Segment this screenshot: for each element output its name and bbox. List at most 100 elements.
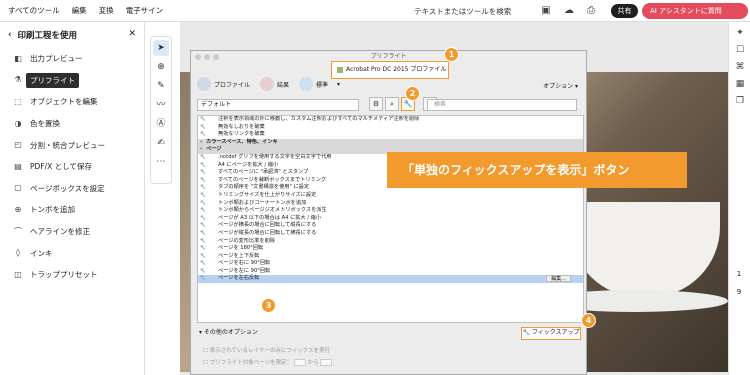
bookmark-icon[interactable]: ⌘ [734, 61, 746, 73]
panel-header: ‹ 印刷工程を使用 ✕ [0, 22, 144, 48]
panel-item-flatten-preview[interactable]: ◰ 分割・統合プレビュー [0, 134, 144, 156]
window-zoom-icon[interactable] [213, 54, 219, 60]
tool-search[interactable]: テキストまたはツールを検索 [414, 6, 511, 17]
page-number-current: 1 [736, 270, 742, 278]
fixup-button[interactable]: 🔧 フィックスアップ [521, 327, 581, 340]
fixup-list-item[interactable]: ページを右に 90°回転 [198, 260, 583, 268]
share-button[interactable]: 共有 [611, 4, 638, 18]
menu-esign[interactable]: 電子サイン [126, 5, 164, 16]
save-icon[interactable]: ▣ [540, 5, 552, 17]
panel-item-ink[interactable]: ◊ インキ [0, 242, 144, 264]
edit-object-icon: ⬚ [14, 96, 22, 106]
inspect-button-icon[interactable]: ⌕ [385, 97, 399, 111]
profiles-icon [197, 77, 211, 91]
fixup-list-item[interactable]: 無効なリンクを破棄 [198, 131, 583, 139]
panel-item-trap-preset[interactable]: ◫ トラッププリセット [0, 264, 144, 286]
standards-icon [299, 77, 314, 91]
preflight-dialog: プリフライト Acrobat Pro DC 2015 プロファイル ▾ プロファ… [190, 50, 587, 375]
profile-icon [337, 66, 343, 73]
pdfx-icon: ▤ [14, 161, 22, 171]
panel-item-preflight[interactable]: ⚗ プリフライト [0, 70, 144, 92]
page-from-field[interactable] [293, 359, 306, 366]
window-minimize-icon[interactable] [204, 54, 210, 60]
profile-selector[interactable]: Acrobat Pro DC 2015 プロファイル ▾ [331, 61, 449, 88]
panel-item-output-preview[interactable]: ◧ 出力プレビュー [0, 48, 144, 70]
tab-results[interactable]: 結果 [260, 77, 289, 91]
ai-assistant-button[interactable]: AI アシスタントに質問 [642, 3, 748, 19]
page-box-icon: ▢ [14, 183, 22, 193]
stamp-icon[interactable]: ✍ [153, 135, 169, 151]
tab-profiles[interactable]: プロファイル [197, 77, 250, 91]
comment-icon[interactable]: ☐ [734, 44, 746, 56]
results-icon [260, 77, 275, 91]
zoom-icon[interactable]: ⊕ [153, 59, 169, 75]
select-cursor-icon[interactable]: ➤ [153, 40, 169, 56]
fixup-list-item[interactable]: ページを左右反転編集... [198, 275, 583, 284]
fixup-list-item[interactable]: ページが横長の場合に回転して縦長にする [198, 222, 583, 230]
filter-row: デフォルト ⚙ ⌕ 🔧 ▥ 検索 [197, 97, 584, 113]
text-select-icon[interactable]: Ⓐ [153, 116, 169, 132]
visible-layers-option[interactable]: ☐ 表示されているレイヤーのみにフィックスを実行 [203, 346, 330, 354]
output-preview-icon: ◧ [14, 53, 22, 63]
panel-item-hairline[interactable]: ⌒ ヘアラインを修正 [0, 221, 144, 243]
more-tools-icon[interactable]: ⋯ [153, 154, 169, 170]
ink-icon: ◊ [16, 248, 20, 258]
window-controls [195, 54, 219, 60]
back-icon[interactable]: ‹ [8, 30, 12, 40]
page-to-field[interactable] [320, 359, 333, 366]
close-icon[interactable]: ✕ [128, 29, 136, 39]
tab-standards[interactable]: 標準 [299, 77, 328, 91]
options-menu[interactable]: オプション ▾ [543, 81, 578, 90]
flatten-preview-icon: ◰ [14, 140, 22, 150]
page-range-option[interactable]: ☐ プリフライト対象ページを限定： から [203, 358, 333, 366]
pages-icon[interactable]: ❐ [734, 95, 746, 107]
window-close-icon[interactable] [195, 54, 201, 60]
fixup-list-item[interactable]: ページの変形比率を削除 [198, 238, 583, 246]
search-input[interactable]: 検索 [427, 99, 577, 111]
top-bar: すべてのツール 編集 変換 電子サイン テキストまたはツールを検索 ▣ ☁ ⎙ … [0, 0, 750, 22]
upload-cloud-icon[interactable]: ☁ [563, 5, 575, 17]
callout-banner: 「単独のフィックスアップを表示」ボタン [387, 152, 687, 188]
draw-icon[interactable]: 〰 [153, 97, 169, 113]
dialog-tabs: プロファイル 結果 標準 [197, 77, 328, 91]
panel-title: 印刷工程を使用 [17, 31, 78, 41]
thumbnails-icon[interactable]: ▦ [734, 78, 746, 90]
printer-marks-icon: ⊕ [14, 204, 22, 214]
panel-item-page-box[interactable]: ▢ ページボックスを設定 [0, 178, 144, 200]
step-badge-3: 3 [261, 298, 276, 313]
print-icon[interactable]: ⎙ [585, 5, 597, 17]
dialog-title: プリフライト [370, 53, 407, 60]
step-badge-1: 1 [444, 47, 459, 62]
trap-preset-icon: ◫ [14, 269, 22, 279]
quick-tools: ➤ ⊕ ✎ 〰 Ⓐ ✍ ⋯ [150, 36, 172, 184]
fixup-list: 注釈を表示領域の外に移動し、カスタム注釈およびすべてのマルチメディア注釈を削除無… [197, 115, 584, 323]
print-production-panel: ‹ 印刷工程を使用 ✕ ◧ 出力プレビュー ⚗ プリフライト ⬚ オブジェクトを編集 … [0, 22, 145, 375]
panel-item-edit-object[interactable]: ⬚ オブジェクトを編集 [0, 91, 144, 113]
menu-all-tools[interactable]: すべてのツール [8, 5, 60, 16]
list-section-header[interactable]: カラースペース、特色、インキ [198, 138, 583, 147]
fixup-list-item[interactable]: トンボ類およびコーナートンボを追加 [198, 200, 583, 208]
ai-sparkle-icon[interactable]: ✦ [734, 27, 746, 39]
panel-item-replace-color[interactable]: ◑ 色を置換 [0, 113, 144, 135]
step-badge-4: 4 [581, 313, 596, 328]
library-dropdown[interactable]: デフォルト [197, 99, 359, 111]
edit-button[interactable]: 編集... [546, 275, 571, 283]
fixup-list-item[interactable]: ページが縦長の場合に回転して横長にする [198, 230, 583, 238]
fixup-list-item[interactable]: 注釈を表示領域の外に移動し、カスタム注釈およびすべてのマルチメディア注釈を削除 [198, 116, 583, 124]
menu-edit[interactable]: 編集 [72, 5, 87, 16]
right-toolbar: ✦ ☐ ⌘ ▦ ❐ [728, 22, 750, 375]
top-menu: すべてのツール 編集 変換 電子サイン [0, 5, 163, 16]
panel-item-printer-marks[interactable]: ⊕ トンボを追加 [0, 199, 144, 221]
fixup-list-item[interactable]: トンボ類からページジオメトリボックスを派生 [198, 207, 583, 215]
more-options-toggle[interactable]: ▾ その他のオプション [199, 327, 258, 336]
page-number-total: 9 [736, 288, 742, 296]
hairline-icon: ⌒ [14, 226, 22, 236]
preflight-icon: ⚗ [14, 75, 22, 85]
step-badge-2: 2 [405, 86, 420, 101]
fixup-list-item[interactable]: トリミングサイズを仕上がりサイズに設定 [198, 192, 583, 200]
pen-icon[interactable]: ✎ [153, 78, 169, 94]
menu-convert[interactable]: 変換 [99, 5, 114, 16]
fixup-list-item[interactable]: ページを 180°回転 [198, 245, 583, 253]
options-button-icon[interactable]: ⚙ [369, 97, 383, 111]
panel-item-save-pdfx[interactable]: ▤ PDF/X として保存 [0, 156, 144, 178]
